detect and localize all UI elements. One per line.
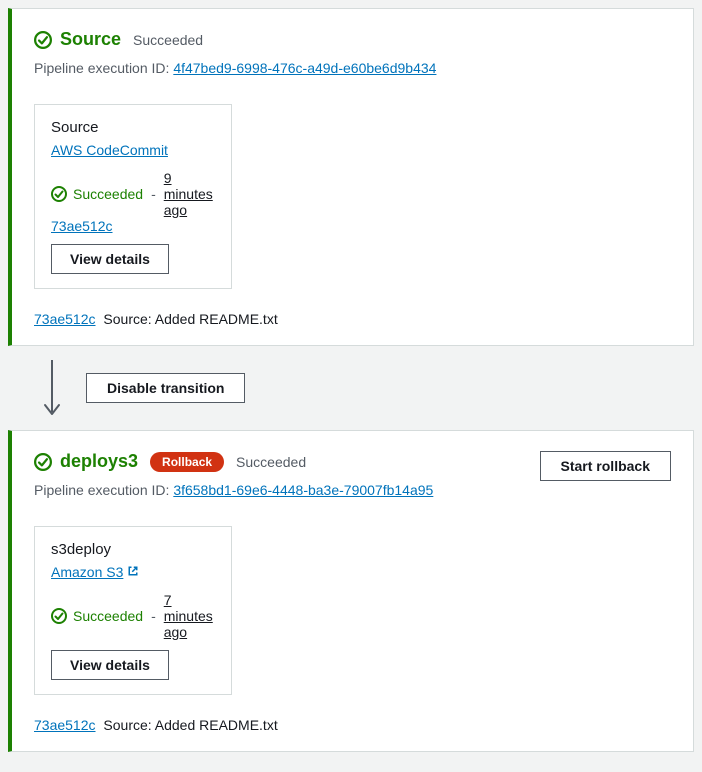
action-card-source: Source AWS CodeCommit Succeeded - 9 minu… xyxy=(34,104,232,289)
execution-id-label: Pipeline execution ID: xyxy=(34,482,169,498)
action-time-link[interactable]: 7 minutes ago xyxy=(164,592,215,640)
check-circle-icon xyxy=(34,31,52,49)
rollback-badge: Rollback xyxy=(150,452,224,472)
external-link-icon xyxy=(127,564,139,580)
execution-id-link[interactable]: 3f658bd1-69e6-4448-ba3e-79007fb14a95 xyxy=(173,482,433,498)
action-provider-link[interactable]: AWS CodeCommit xyxy=(51,142,168,158)
separator: - xyxy=(151,186,156,202)
stage-source: Source Succeeded Pipeline execution ID: … xyxy=(8,8,694,346)
stage-header: Source Succeeded xyxy=(34,29,671,50)
action-name: Source xyxy=(51,119,215,136)
action-revision-link[interactable]: 73ae512c xyxy=(51,218,113,234)
stage-header-row: deploys3 Rollback Succeeded Pipeline exe… xyxy=(34,451,671,498)
check-circle-icon xyxy=(51,608,67,624)
action-provider-link[interactable]: Amazon S3 xyxy=(51,564,139,580)
execution-id-label: Pipeline execution ID: xyxy=(34,60,169,76)
arrow-down-icon xyxy=(40,358,64,418)
execution-id-row: Pipeline execution ID: 3f658bd1-69e6-444… xyxy=(34,482,433,498)
stage-name: Source xyxy=(60,29,121,50)
action-status: Succeeded xyxy=(73,608,143,624)
commit-row: 73ae512c Source: Added README.txt xyxy=(34,311,671,327)
commit-row: 73ae512c Source: Added README.txt xyxy=(34,717,671,733)
action-status-row: Succeeded - 7 minutes ago xyxy=(51,592,215,640)
action-time-link[interactable]: 9 minutes ago xyxy=(164,170,215,218)
stage-header-left: deploys3 Rollback Succeeded Pipeline exe… xyxy=(34,451,433,498)
action-revision-row: 73ae512c xyxy=(51,218,215,234)
execution-id-row: Pipeline execution ID: 4f47bed9-6998-476… xyxy=(34,60,671,76)
stage-status: Succeeded xyxy=(236,454,306,470)
check-circle-icon xyxy=(34,453,52,471)
stage-title-group: deploys3 xyxy=(34,451,138,472)
commit-message: Source: Added README.txt xyxy=(103,717,277,733)
stage-header: deploys3 Rollback Succeeded xyxy=(34,451,433,472)
stage-status: Succeeded xyxy=(133,32,203,48)
view-details-button[interactable]: View details xyxy=(51,650,169,680)
view-details-button[interactable]: View details xyxy=(51,244,169,274)
action-status-row: Succeeded - 9 minutes ago xyxy=(51,170,215,218)
provider-label: Amazon S3 xyxy=(51,564,123,580)
commit-message: Source: Added README.txt xyxy=(103,311,277,327)
stage-deploys3: deploys3 Rollback Succeeded Pipeline exe… xyxy=(8,430,694,752)
start-rollback-button[interactable]: Start rollback xyxy=(540,451,671,481)
commit-hash-link[interactable]: 73ae512c xyxy=(34,311,96,327)
stage-title-group: Source xyxy=(34,29,121,50)
action-name: s3deploy xyxy=(51,541,215,558)
check-circle-icon xyxy=(51,186,67,202)
execution-id-link[interactable]: 4f47bed9-6998-476c-a49d-e60be6d9b434 xyxy=(173,60,436,76)
stage-name: deploys3 xyxy=(60,451,138,472)
commit-hash-link[interactable]: 73ae512c xyxy=(34,717,96,733)
action-card-s3deploy: s3deploy Amazon S3 Succeeded - 7 minutes… xyxy=(34,526,232,695)
provider-label: AWS CodeCommit xyxy=(51,142,168,158)
action-status: Succeeded xyxy=(73,186,143,202)
separator: - xyxy=(151,608,156,624)
transition-section: Disable transition xyxy=(8,346,694,430)
disable-transition-button[interactable]: Disable transition xyxy=(86,373,245,403)
